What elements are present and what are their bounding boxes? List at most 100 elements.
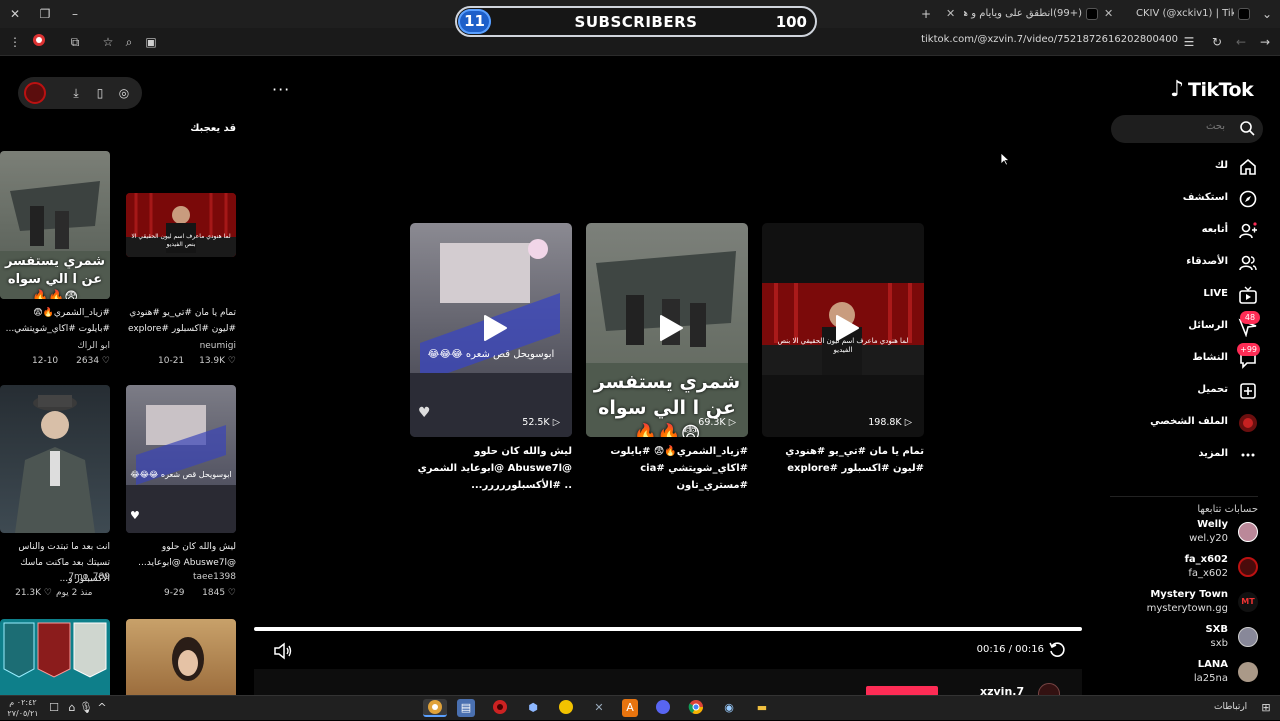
notification-icon[interactable]: ☐ xyxy=(44,699,64,717)
following-account[interactable]: LANA la25na xyxy=(1110,659,1260,689)
upload-icon xyxy=(1240,383,1256,399)
follow-button[interactable] xyxy=(866,686,938,695)
taskbar-app-teams-icon[interactable]: ⬢ xyxy=(523,699,543,717)
nav-live[interactable]: LIVE xyxy=(1110,283,1260,309)
creator-avatar[interactable] xyxy=(24,82,46,104)
taskbar-app-a-icon[interactable]: A xyxy=(622,699,638,717)
search-icon[interactable] xyxy=(1239,120,1255,136)
video-thumbnail[interactable] xyxy=(0,385,110,533)
extension-icon[interactable] xyxy=(30,33,48,51)
video-thumbnail[interactable]: شمري يستفسر عن ا الي سواه 😨🔥🔥 xyxy=(0,151,110,299)
chevron-up-icon[interactable]: ^ xyxy=(92,699,112,717)
video-thumbnail[interactable]: ابوسويحل قص شعره 😂😂😂 ♥ xyxy=(126,385,236,533)
close-tab-icon[interactable]: ✕ xyxy=(946,4,955,24)
views-value: 69.3K xyxy=(698,417,726,428)
nav-more[interactable]: المزيد xyxy=(1110,443,1260,469)
volume-icon[interactable] xyxy=(273,642,293,660)
taskbar-clock[interactable]: ٠٢:٤٢ م ٢٧/٠٥/٢١ xyxy=(6,697,40,719)
close-tab-icon[interactable]: ✕ xyxy=(1104,4,1113,24)
video-author[interactable]: ابو الراك xyxy=(77,341,110,351)
nav-label: الملف الشخصي xyxy=(1150,416,1228,427)
creator-avatar[interactable] xyxy=(1038,683,1060,695)
taskbar-label[interactable]: ارتباطات xyxy=(1214,702,1247,712)
screenshot-icon[interactable]: ▣ xyxy=(142,33,160,51)
close-window-icon[interactable]: ✕ xyxy=(6,5,24,23)
video-thumbnail[interactable] xyxy=(126,619,236,695)
reload-icon[interactable]: ↻ xyxy=(1208,33,1226,51)
avatar xyxy=(1238,522,1258,542)
site-settings-icon[interactable]: ☰ xyxy=(1180,33,1198,51)
tiktok-favicon-icon xyxy=(1238,8,1250,20)
video-thumbnail[interactable] xyxy=(0,619,110,695)
bookmark-star-icon[interactable]: ☆ xyxy=(99,33,117,51)
following-accounts-heading: حسابات تتابعها xyxy=(1110,496,1258,515)
menu-icon[interactable]: ⋮ xyxy=(6,33,24,51)
following-account[interactable]: Welly wel.y20 xyxy=(1110,519,1260,549)
back-icon[interactable]: → xyxy=(1256,33,1274,51)
play-icon[interactable] xyxy=(655,313,685,343)
video-progress-bar[interactable] xyxy=(254,627,1082,631)
taskbar-app-chrome-icon[interactable] xyxy=(686,699,706,717)
tiktok-logo[interactable]: ♪ TikTok xyxy=(1168,77,1268,103)
download-icon[interactable]: ⤓ xyxy=(68,85,84,101)
nav-label: الرسائل xyxy=(1188,320,1228,331)
account-handle: mysterytown.gg xyxy=(1146,603,1228,614)
replay-icon[interactable] xyxy=(1048,641,1066,659)
taskbar-app-folder-icon[interactable]: ▬ xyxy=(752,699,772,717)
taskbar-app-steam-icon[interactable]: ◉ xyxy=(719,699,739,717)
nav-following[interactable]: أتابعه xyxy=(1110,219,1260,245)
likes-count: 13.9K xyxy=(199,356,226,366)
nav-for-you[interactable]: لك xyxy=(1110,155,1260,181)
forward-icon[interactable]: ← xyxy=(1232,33,1250,51)
search-input[interactable]: بحث xyxy=(1111,115,1263,143)
taskbar-app-window-icon[interactable]: ▤ xyxy=(457,699,475,717)
following-account[interactable]: Mystery Town mysterytown.gg MT xyxy=(1110,589,1260,619)
taskbar-app-chat-icon[interactable] xyxy=(556,699,576,717)
taskbar-app-recorder-icon[interactable] xyxy=(490,699,510,717)
taskbar-app-discord-icon[interactable] xyxy=(653,699,673,717)
nav-friends[interactable]: الأصدقاء xyxy=(1110,251,1260,277)
tab-inactive[interactable]: ✕ CKIV (@xckiv1) | TikTok(85) xyxy=(1100,4,1250,24)
tab-active[interactable]: ✕ (+99)انطقق على ويايام و هو ي xyxy=(942,4,1100,24)
url-field[interactable]: tiktok.com/@xzvin.7/video/75218726162028… xyxy=(880,34,1178,45)
nav-activity[interactable]: النشاط +99 xyxy=(1110,343,1260,373)
creator-name[interactable]: xzvin.7 xyxy=(980,685,1024,695)
heart-icon[interactable]: ♥ xyxy=(130,509,140,522)
nav-messages[interactable]: الرسائل 48 xyxy=(1110,311,1260,341)
friends-icon xyxy=(1239,255,1257,271)
compass-share-icon[interactable]: ◎ xyxy=(116,85,132,101)
tab-search-icon[interactable]: ⌄ xyxy=(1258,5,1276,23)
video-time: 00:16 / 00:16 xyxy=(976,644,1044,655)
video-author[interactable]: 7mo_789 xyxy=(68,572,110,582)
more-options-icon[interactable]: ··· xyxy=(272,82,294,101)
heart-icon[interactable]: ♥ xyxy=(418,405,431,421)
minimize-window-icon[interactable]: – xyxy=(66,5,84,23)
account-name: Welly xyxy=(1197,519,1228,530)
subscriber-goal-overlay: 11 SUBSCRIBERS 100 xyxy=(455,6,817,37)
messages-badge: 48 xyxy=(1240,311,1260,324)
video-author[interactable]: neumigi xyxy=(200,341,236,351)
play-icon[interactable] xyxy=(831,313,861,343)
following-account[interactable]: fa_x602 fa_x602 xyxy=(1110,554,1260,584)
nav-upload[interactable]: تحميل xyxy=(1110,379,1260,405)
video-thumbnail[interactable]: لما هنودي ماعرف اسم ليون الحقيقي الا بنص… xyxy=(126,193,236,257)
more-icon xyxy=(1241,453,1255,457)
thumbnail-caption: لما هنودي ماعرف اسم ليون الحقيقي الا بنص… xyxy=(131,233,231,248)
phone-icon[interactable]: ▯ xyxy=(92,85,108,101)
play-icon[interactable] xyxy=(479,313,509,343)
nav-profile[interactable]: الملف الشخصي xyxy=(1110,411,1260,437)
nav-explore[interactable]: استكشف xyxy=(1110,187,1260,213)
following-account[interactable]: SXB sxb xyxy=(1110,624,1260,654)
taskbar-app-chrome-canary-icon[interactable] xyxy=(423,699,447,717)
restore-window-icon[interactable]: ❐ xyxy=(36,5,54,23)
new-tab-icon[interactable]: + xyxy=(917,5,935,23)
video-author[interactable]: taee1398 xyxy=(193,572,236,582)
extensions-puzzle-icon[interactable]: ⧉ xyxy=(66,33,84,51)
zoom-icon[interactable]: ⌕ xyxy=(120,33,138,51)
account-name: SXB xyxy=(1205,624,1228,635)
video-date: منذ 2 يوم xyxy=(56,588,93,598)
avatar xyxy=(1238,662,1258,682)
taskbar-app-excel-icon[interactable]: ✕ xyxy=(589,699,609,717)
video-likes: 13.9K ♡ xyxy=(199,356,236,366)
start-menu-icon[interactable]: ⊞ xyxy=(1256,699,1276,717)
